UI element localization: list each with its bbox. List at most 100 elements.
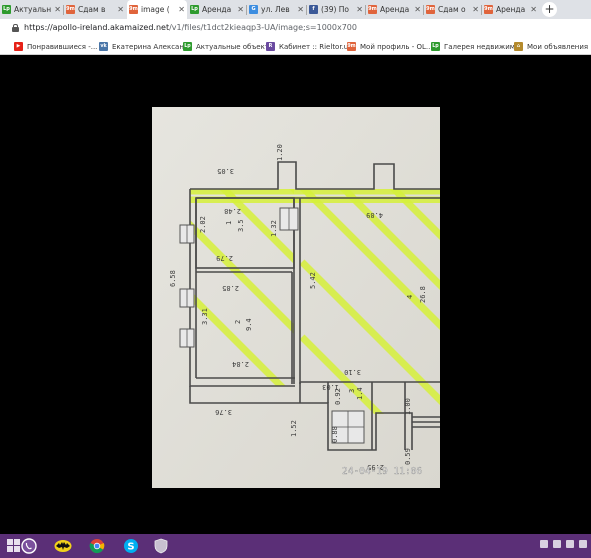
bookmark-olx-profile[interactable]: 9m Мой профиль - OL...: [347, 41, 433, 52]
skype-icon: S: [124, 539, 138, 553]
olx-icon: 9m: [129, 5, 138, 14]
tab-label: Аренда: [380, 5, 410, 14]
lp-icon: Lp: [2, 5, 11, 14]
batman-icon: [54, 540, 72, 552]
dim-label: 0.92: [334, 388, 342, 405]
tab-label: Сдам о: [438, 5, 466, 14]
volume-icon[interactable]: [553, 540, 561, 548]
olx-icon: 9m: [426, 5, 435, 14]
tab-label: (39) По: [321, 5, 350, 14]
tab-arenda-2[interactable]: 9m Аренда ✕: [366, 0, 423, 19]
floor-plan-photo[interactable]: 3.05 1.20 2.48 4.89 2.02 1 3.5 1.32 2.79…: [152, 107, 440, 488]
dim-label: 3.10: [344, 368, 361, 376]
batman-button[interactable]: [52, 536, 74, 556]
dim-label: 2.48: [224, 207, 241, 215]
bookmark-label: Мой профиль - OL...: [360, 42, 433, 51]
shield-button[interactable]: [150, 536, 172, 556]
lock-icon: [12, 24, 19, 32]
dim-label: 3.05: [217, 167, 234, 175]
close-icon[interactable]: ✕: [178, 5, 185, 14]
close-icon[interactable]: ✕: [472, 5, 479, 14]
address-bar[interactable]: https://apollo-ireland.akamaized.net/v1/…: [0, 19, 591, 38]
bookmark-rieltor[interactable]: R Кабинет :: Rieltor.ua: [266, 41, 353, 52]
url-text[interactable]: https://apollo-ireland.akamaized.net/v1/…: [24, 23, 357, 32]
dim-label: 5.42: [309, 272, 317, 289]
room-number: 1: [225, 221, 233, 225]
taskbar: S: [0, 534, 591, 558]
photo-timestamp: 24-04-19 11:06: [342, 466, 422, 477]
dim-label: 0.59: [404, 448, 412, 465]
tab-sdam-o[interactable]: 9m Сдам о ✕: [424, 0, 481, 19]
facebook-icon: f: [309, 5, 318, 14]
tab-label: Сдам в: [78, 5, 106, 14]
close-icon[interactable]: ✕: [414, 5, 421, 14]
dim-label: 3.76: [215, 408, 232, 416]
dim-label: 0.88: [331, 426, 339, 443]
network-icon[interactable]: [540, 540, 548, 548]
tab-sdam-v[interactable]: 9m Сдам в ✕: [64, 0, 126, 19]
dim-label: 1.20: [276, 144, 284, 161]
room-area: 26.8: [419, 286, 427, 303]
tab-aktualn[interactable]: Lp Актуальн ✕: [0, 0, 63, 19]
system-tray: [540, 540, 587, 548]
home-icon: ⌂: [514, 42, 523, 51]
tab-label: Актуальн: [14, 5, 52, 14]
lp-icon: Lp: [431, 42, 440, 51]
close-icon[interactable]: ✕: [117, 5, 124, 14]
tab-arenda-3[interactable]: 9m Аренда ✕: [482, 0, 539, 19]
tab-arenda-1[interactable]: Lp Аренда ✕: [188, 0, 246, 19]
close-icon[interactable]: ✕: [297, 5, 304, 14]
notification-icon[interactable]: [579, 540, 587, 548]
chrome-button[interactable]: [86, 536, 108, 556]
close-icon[interactable]: ✕: [54, 5, 61, 14]
tab-label: Аренда: [496, 5, 526, 14]
tab-label: ул. Лев: [261, 5, 290, 14]
bookmark-gallery[interactable]: Lp Галерея недвижим...: [431, 41, 522, 52]
bookmark-aktualnye[interactable]: Lp Актуальные объект...: [183, 41, 276, 52]
room-area: 1.4: [356, 387, 364, 400]
bookmark-label: Мои объявления н...: [527, 42, 591, 51]
lp-icon: Lp: [190, 5, 199, 14]
room-number: 3: [348, 389, 356, 393]
language-icon[interactable]: [566, 540, 574, 548]
dim-label: 1.32: [270, 220, 278, 237]
room-area: 3.5: [237, 219, 245, 232]
bookmark-label: Понравившиеся -...: [27, 42, 98, 51]
vk-icon: vk: [99, 42, 108, 51]
close-icon[interactable]: ✕: [237, 5, 244, 14]
tab-image-active[interactable]: 9m image ( ✕: [127, 0, 187, 19]
viber-icon: [21, 538, 37, 554]
close-icon[interactable]: ✕: [530, 5, 537, 14]
skype-button[interactable]: S: [120, 536, 142, 556]
rieltor-icon: R: [266, 42, 275, 51]
tab-ul-lev[interactable]: G ул. Лев ✕: [247, 0, 306, 19]
olx-icon: 9m: [66, 5, 75, 14]
bookmark-label: Екатерина Алексан...: [112, 42, 191, 51]
bookmark-my-ads[interactable]: ⌂ Мои объявления н...: [514, 41, 591, 52]
dim-label: 1.00: [404, 398, 412, 415]
dim-label: 2.84: [232, 360, 249, 368]
maps-icon: G: [249, 5, 258, 14]
tab-facebook[interactable]: f (39) По ✕: [307, 0, 365, 19]
bookmark-label: Галерея недвижим...: [444, 42, 522, 51]
room-number: 2: [234, 320, 242, 324]
new-tab-button[interactable]: +: [542, 2, 557, 17]
svg-text:S: S: [127, 542, 134, 553]
viber-button[interactable]: [18, 536, 40, 556]
tab-label: image (: [141, 5, 170, 14]
dim-label: 6.58: [169, 270, 177, 287]
tab-strip: Lp Актуальн ✕ 9m Сдам в ✕ 9m image ( ✕ L…: [0, 0, 591, 19]
close-icon[interactable]: ✕: [356, 5, 363, 14]
bookmark-label: Актуальные объект...: [196, 42, 276, 51]
shield-icon: [154, 538, 168, 554]
dim-label: 2.79: [216, 254, 233, 262]
dim-label: 3.31: [201, 308, 209, 325]
bookmark-label: Кабинет :: Rieltor.ua: [279, 42, 353, 51]
screen: Lp Актуальн ✕ 9m Сдам в ✕ 9m image ( ✕ L…: [0, 0, 591, 558]
olx-icon: 9m: [368, 5, 377, 14]
bookmark-youtube[interactable]: ▶ Понравившиеся -...: [14, 41, 97, 52]
room-area: 9.4: [245, 318, 253, 331]
dim-label: 2.02: [199, 216, 207, 233]
youtube-icon: ▶: [14, 42, 23, 51]
bookmark-vk[interactable]: vk Екатерина Алексан...: [99, 41, 191, 52]
